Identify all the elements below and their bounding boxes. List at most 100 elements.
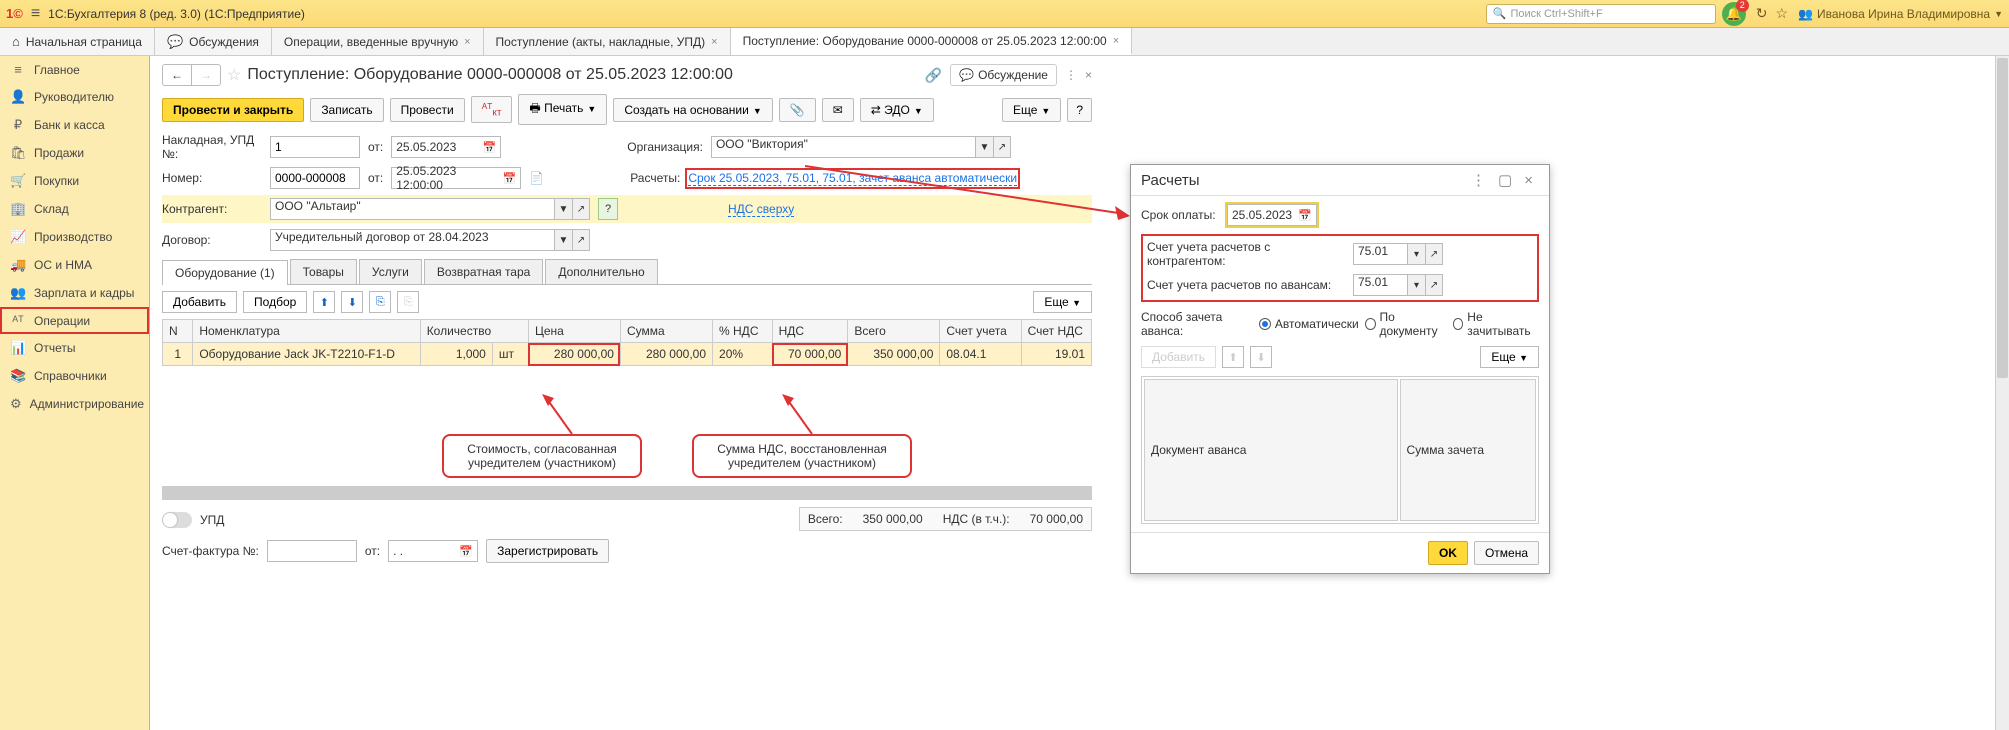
contract-select[interactable]: Учредительный договор от 28.04.2023 ▼ ↗ [270, 229, 590, 251]
open-icon[interactable]: ↗ [993, 136, 1011, 158]
chevron-down-icon[interactable]: ▼ [975, 136, 993, 158]
col-qty[interactable]: Количество [420, 320, 528, 343]
calendar-icon[interactable]: 📅 [503, 172, 517, 185]
sidebar-item-main[interactable]: ≡Главное [0, 56, 149, 83]
sidebar-item-purchases[interactable]: 🛒Покупки [0, 167, 149, 195]
popup-add-button[interactable]: Добавить [1141, 346, 1216, 368]
invoice-factura-date[interactable]: . .📅 [388, 540, 478, 562]
tab-home[interactable]: ⌂ Начальная страница [0, 28, 155, 55]
open-icon[interactable]: ↗ [572, 229, 590, 251]
tab-receipts[interactable]: Поступление (акты, накладные, УПД) × [484, 28, 731, 55]
chevron-down-icon[interactable]: ▼ [554, 229, 572, 251]
email-button[interactable]: ✉ [822, 98, 854, 122]
tab-current-document[interactable]: Поступление: Оборудование 0000-000008 от… [731, 28, 1133, 55]
sidebar-item-operations[interactable]: ᴬᵀОперации [0, 307, 149, 334]
sidebar-item-warehouse[interactable]: 🏢Склад [0, 195, 149, 223]
col-nomenclature[interactable]: Номенклатура [193, 320, 420, 343]
account1-select[interactable]: 75.01 ▾ ↗ [1353, 243, 1443, 265]
calendar-icon[interactable]: 📅 [1298, 209, 1312, 222]
open-icon[interactable]: ↗ [1425, 243, 1443, 265]
print-button[interactable]: 🖶 Печать▼ [518, 94, 607, 125]
settlements-link[interactable]: Срок 25.05.2023, 75.01, 75.01, зачет ава… [688, 171, 1017, 186]
col-price[interactable]: Цена [528, 320, 620, 343]
number-input[interactable] [270, 167, 360, 189]
move-down-button[interactable]: ⬇ [341, 291, 363, 313]
chevron-down-icon[interactable]: ▾ [1407, 274, 1425, 296]
cell-vat-pct[interactable]: 20% [713, 343, 773, 366]
tab-manual-operations[interactable]: Операции, введенные вручную × [272, 28, 484, 55]
save-button[interactable]: Записать [310, 98, 383, 122]
cell-vat[interactable]: 70 000,00 [772, 343, 848, 366]
sidebar-item-reports[interactable]: 📊Отчеты [0, 334, 149, 362]
col-advance-doc[interactable]: Документ аванса [1144, 379, 1398, 521]
col-sum[interactable]: Сумма [620, 320, 712, 343]
more-icon[interactable]: ⋮ [1065, 68, 1077, 82]
table-row[interactable]: 1 Оборудование Jack JK-T2210-F1-D 1,000 … [163, 343, 1092, 366]
move-up-button[interactable]: ⬆ [1222, 346, 1244, 368]
col-vat-account[interactable]: Счет НДС [1021, 320, 1091, 343]
close-icon[interactable]: × [711, 36, 717, 48]
sidebar-item-payroll[interactable]: 👥Зарплата и кадры [0, 279, 149, 307]
cell-unit[interactable]: шт [492, 343, 528, 366]
menu-icon[interactable]: ≡ [31, 5, 40, 23]
invoice-no-input[interactable] [270, 136, 360, 158]
itab-returnable[interactable]: Возвратная тара [424, 259, 544, 284]
cell-qty[interactable]: 1,000 [420, 343, 492, 366]
hint-button[interactable]: ? [598, 198, 618, 220]
cell-price[interactable]: 280 000,00 [528, 343, 620, 366]
sidebar-item-bank[interactable]: ₽Банк и касса [0, 111, 149, 139]
edo-button[interactable]: ⇄ ЭДО▼ [860, 98, 934, 122]
vat-link[interactable]: НДС сверху [728, 202, 794, 217]
sidebar-item-production[interactable]: 📈Производство [0, 223, 149, 251]
user-menu[interactable]: 👥 Иванова Ирина Владимировна ▼ [1798, 7, 2003, 21]
calendar-icon[interactable]: 📅 [483, 141, 497, 154]
post-and-close-button[interactable]: Провести и закрыть [162, 98, 304, 122]
add-row-button[interactable]: Добавить [162, 291, 237, 313]
itab-goods[interactable]: Товары [290, 259, 357, 284]
radio-auto[interactable]: Автоматически [1259, 317, 1359, 331]
more-button[interactable]: Еще▼ [1002, 98, 1061, 122]
cell-n[interactable]: 1 [163, 343, 193, 366]
nav-back-forward[interactable]: ← → [162, 64, 221, 86]
itab-services[interactable]: Услуги [359, 259, 422, 284]
calendar-icon[interactable]: 📅 [459, 545, 473, 558]
counterparty-select[interactable]: ООО "Альтаир" ▼ ↗ [270, 198, 590, 220]
cell-vat-account[interactable]: 19.01 [1021, 343, 1091, 366]
help-button[interactable]: ? [1067, 98, 1092, 122]
favorite-icon[interactable]: ☆ [1775, 5, 1788, 22]
more-table-button[interactable]: Еще ▼ [1033, 291, 1092, 313]
organization-select[interactable]: ООО "Виктория" ▼ ↗ [711, 136, 1011, 158]
vertical-scrollbar[interactable] [1995, 56, 2009, 730]
payment-term-input[interactable]: 25.05.2023📅 [1227, 204, 1317, 226]
sidebar-item-sales[interactable]: 🛍Продажи [0, 139, 149, 167]
open-icon[interactable]: ↗ [572, 198, 590, 220]
history-icon[interactable]: ↻ [1756, 5, 1768, 22]
popup-more-button[interactable]: Еще ▼ [1480, 346, 1539, 368]
cancel-button[interactable]: Отмена [1474, 541, 1539, 565]
star-icon[interactable]: ☆ [227, 65, 241, 85]
post-button[interactable]: Провести [390, 98, 465, 122]
debit-credit-button[interactable]: ᴬᵀкт [471, 96, 513, 123]
link-icon[interactable]: 🔗 [925, 67, 942, 84]
search-input[interactable]: 🔍 Поиск Ctrl+Shift+F [1486, 4, 1716, 24]
sidebar-item-manager[interactable]: 👤Руководителю [0, 83, 149, 111]
cell-sum[interactable]: 280 000,00 [620, 343, 712, 366]
create-based-button[interactable]: Создать на основании▼ [613, 98, 772, 122]
radio-none[interactable]: Не зачитывать [1453, 310, 1539, 338]
maximize-icon[interactable]: ▢ [1498, 171, 1512, 189]
move-up-button[interactable]: ⬆ [313, 291, 335, 313]
discussion-button[interactable]: 💬 Обсуждение [950, 64, 1057, 86]
paste-button[interactable]: ⎘ [397, 291, 419, 313]
cell-account[interactable]: 08.04.1 [940, 343, 1021, 366]
col-n[interactable]: N [163, 320, 193, 343]
close-icon[interactable]: × [1524, 172, 1533, 189]
close-icon[interactable]: × [1085, 68, 1092, 82]
tab-discussions[interactable]: 💬 Обсуждения [155, 28, 272, 55]
forward-icon[interactable]: → [192, 65, 220, 85]
col-vat[interactable]: НДС [772, 320, 848, 343]
chevron-down-icon[interactable]: ▼ [554, 198, 572, 220]
copy-button[interactable]: ⎘ [369, 291, 391, 313]
col-account[interactable]: Счет учета [940, 320, 1021, 343]
back-icon[interactable]: ← [163, 65, 192, 85]
invoice-factura-input[interactable] [267, 540, 357, 562]
